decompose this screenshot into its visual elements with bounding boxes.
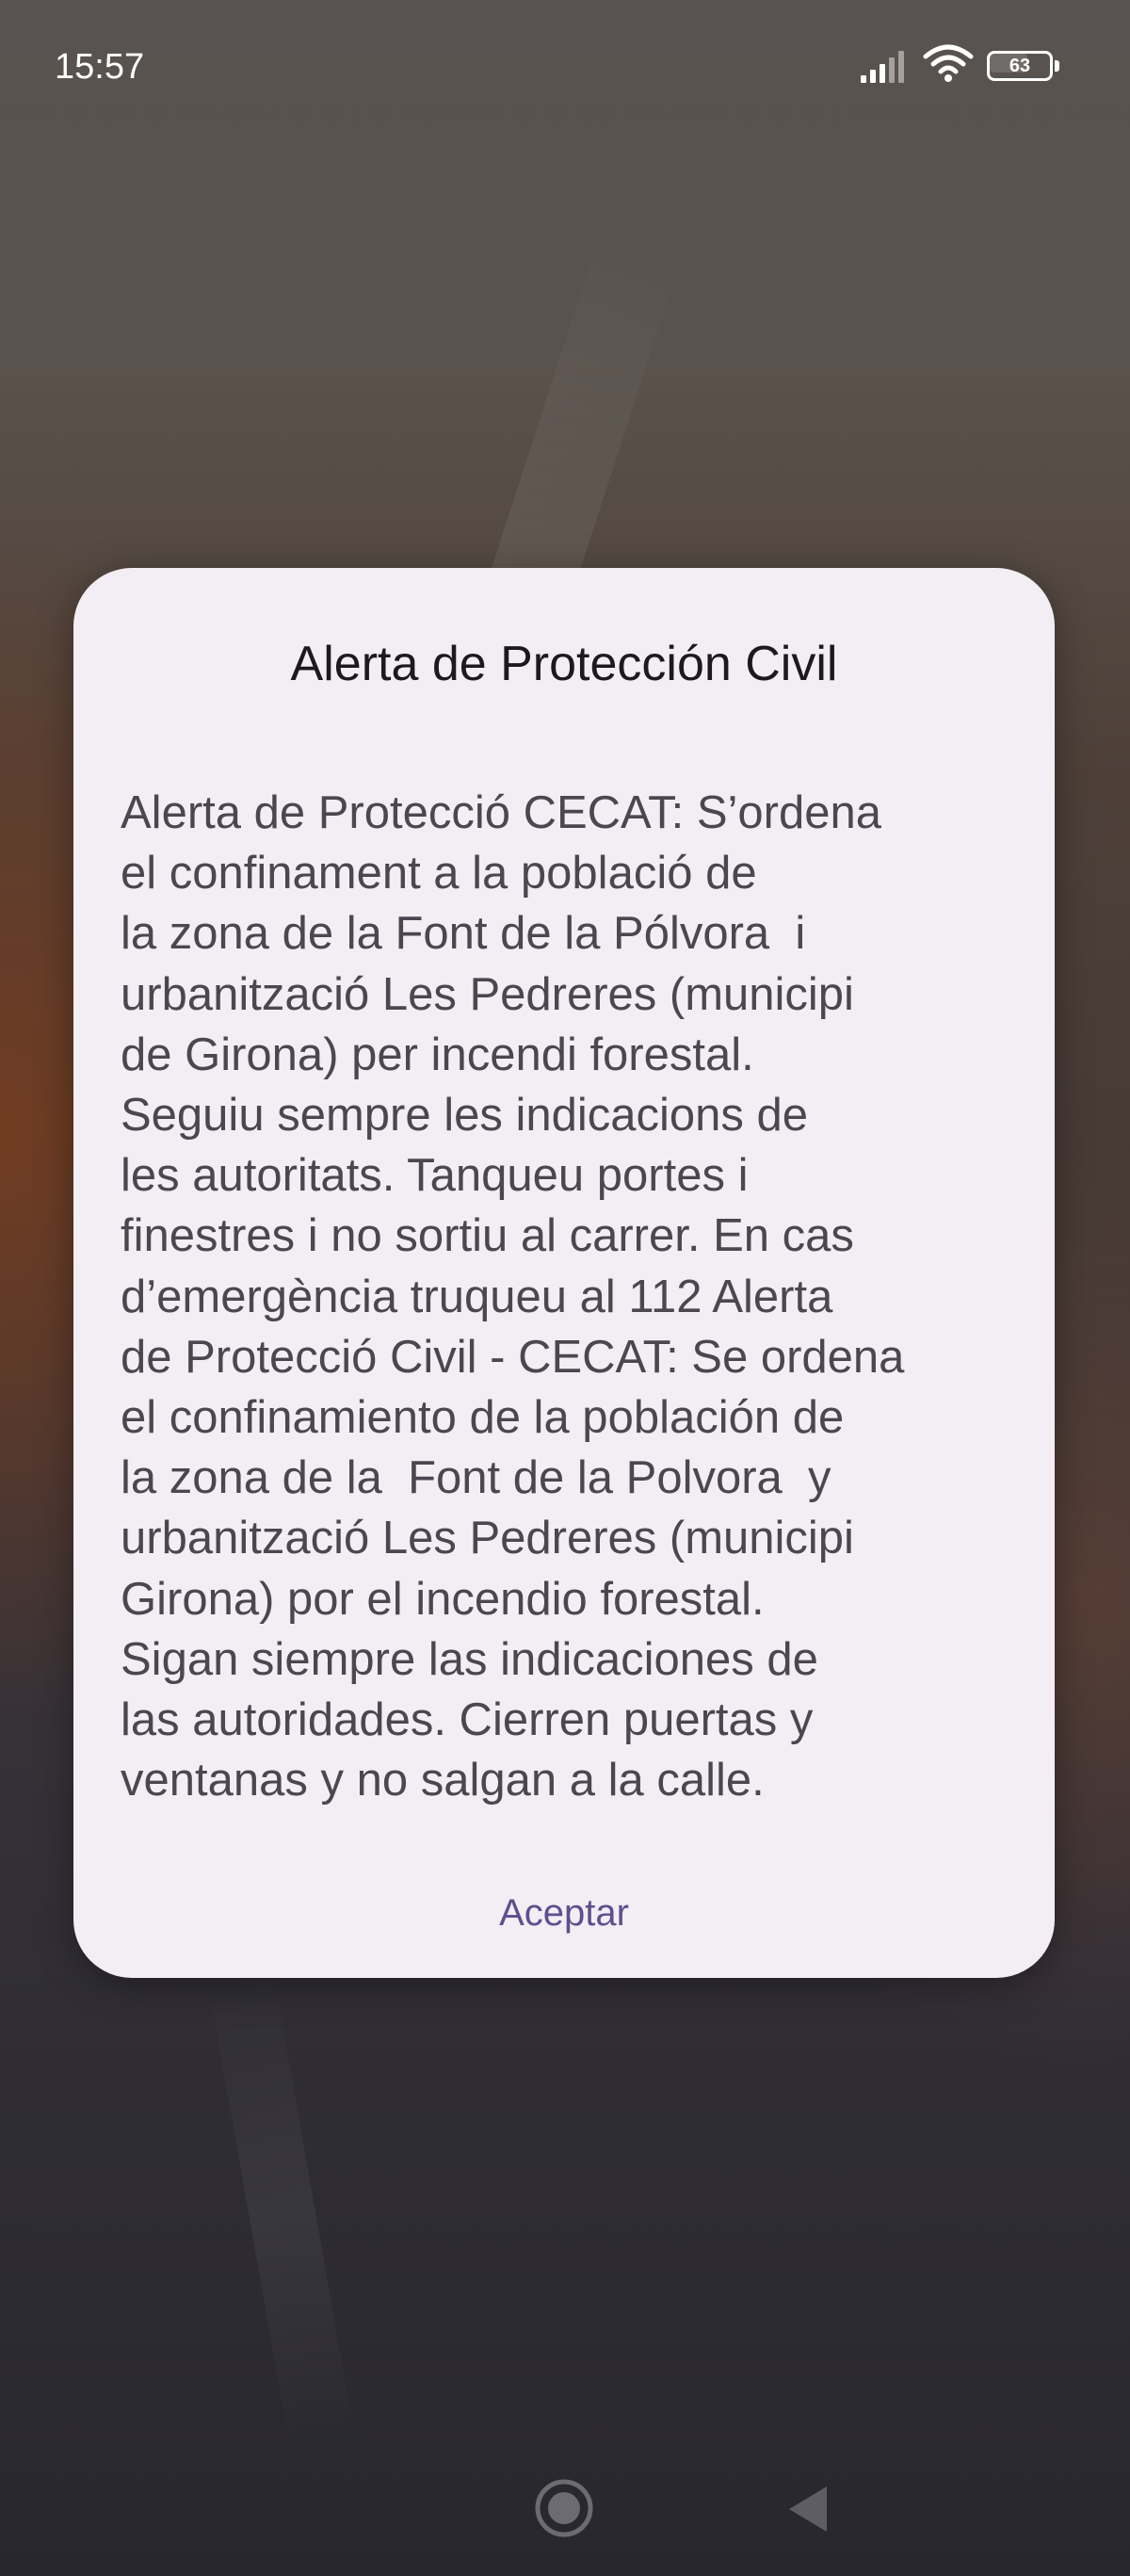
message-line: el confinament a la població de xyxy=(121,848,757,899)
back-triangle-icon[interactable] xyxy=(783,2483,831,2535)
message-line: de Girona) per incendi forestal. xyxy=(121,1029,754,1080)
battery-level: 63 xyxy=(1009,56,1031,76)
wallpaper-streak xyxy=(207,1966,358,2461)
status-bar: 15:57 63 xyxy=(0,0,1130,132)
message-line: Sigan siempre las indicaciones de xyxy=(121,1633,818,1685)
message-line: el confinamiento de la población de xyxy=(121,1392,845,1444)
battery-cap xyxy=(1055,60,1059,72)
cellular-signal-icon xyxy=(861,51,904,83)
accept-button[interactable]: Aceptar xyxy=(470,1877,658,1949)
dialog-title: Alerta de Protección Civil xyxy=(290,637,838,691)
emergency-alert-dialog: Alerta de Protección Civil Alerta de Pro… xyxy=(73,568,1055,1978)
message-line: ventanas y no salgan a la calle. xyxy=(121,1755,765,1806)
dialog-message: Alerta de Protecció CECAT: S’ordena el co… xyxy=(121,783,1025,1810)
message-line: las autoridades. Cierren puertas y xyxy=(121,1694,814,1746)
message-line: la zona de la Font de la Polvora y xyxy=(121,1452,831,1504)
message-line: d’emergència truqueu al 112 Alerta xyxy=(121,1271,833,1322)
message-line: Seguiu sempre les indicacions de xyxy=(121,1090,808,1142)
message-line: urbanització Les Pedreres (municipi xyxy=(121,1513,854,1564)
message-line: la zona de la Font de la Pólvora i xyxy=(121,908,806,960)
status-time: 15:57 xyxy=(55,47,145,87)
home-circle-icon[interactable] xyxy=(533,2477,595,2539)
message-line: finestres i no sortiu al carrer. En cas xyxy=(121,1210,854,1262)
wifi-icon xyxy=(923,44,974,82)
message-line: de Protecció Civil - CECAT: Se ordena xyxy=(121,1331,905,1383)
message-line: les autoritats. Tanqueu portes i xyxy=(121,1150,749,1202)
message-line: Girona) por el incendio forestal. xyxy=(121,1573,765,1625)
message-line: Alerta de Protecció CECAT: S’ordena xyxy=(121,787,881,838)
battery-icon: 63 xyxy=(987,51,1062,83)
message-line: urbanització Les Pedreres (municipi xyxy=(121,968,854,1020)
